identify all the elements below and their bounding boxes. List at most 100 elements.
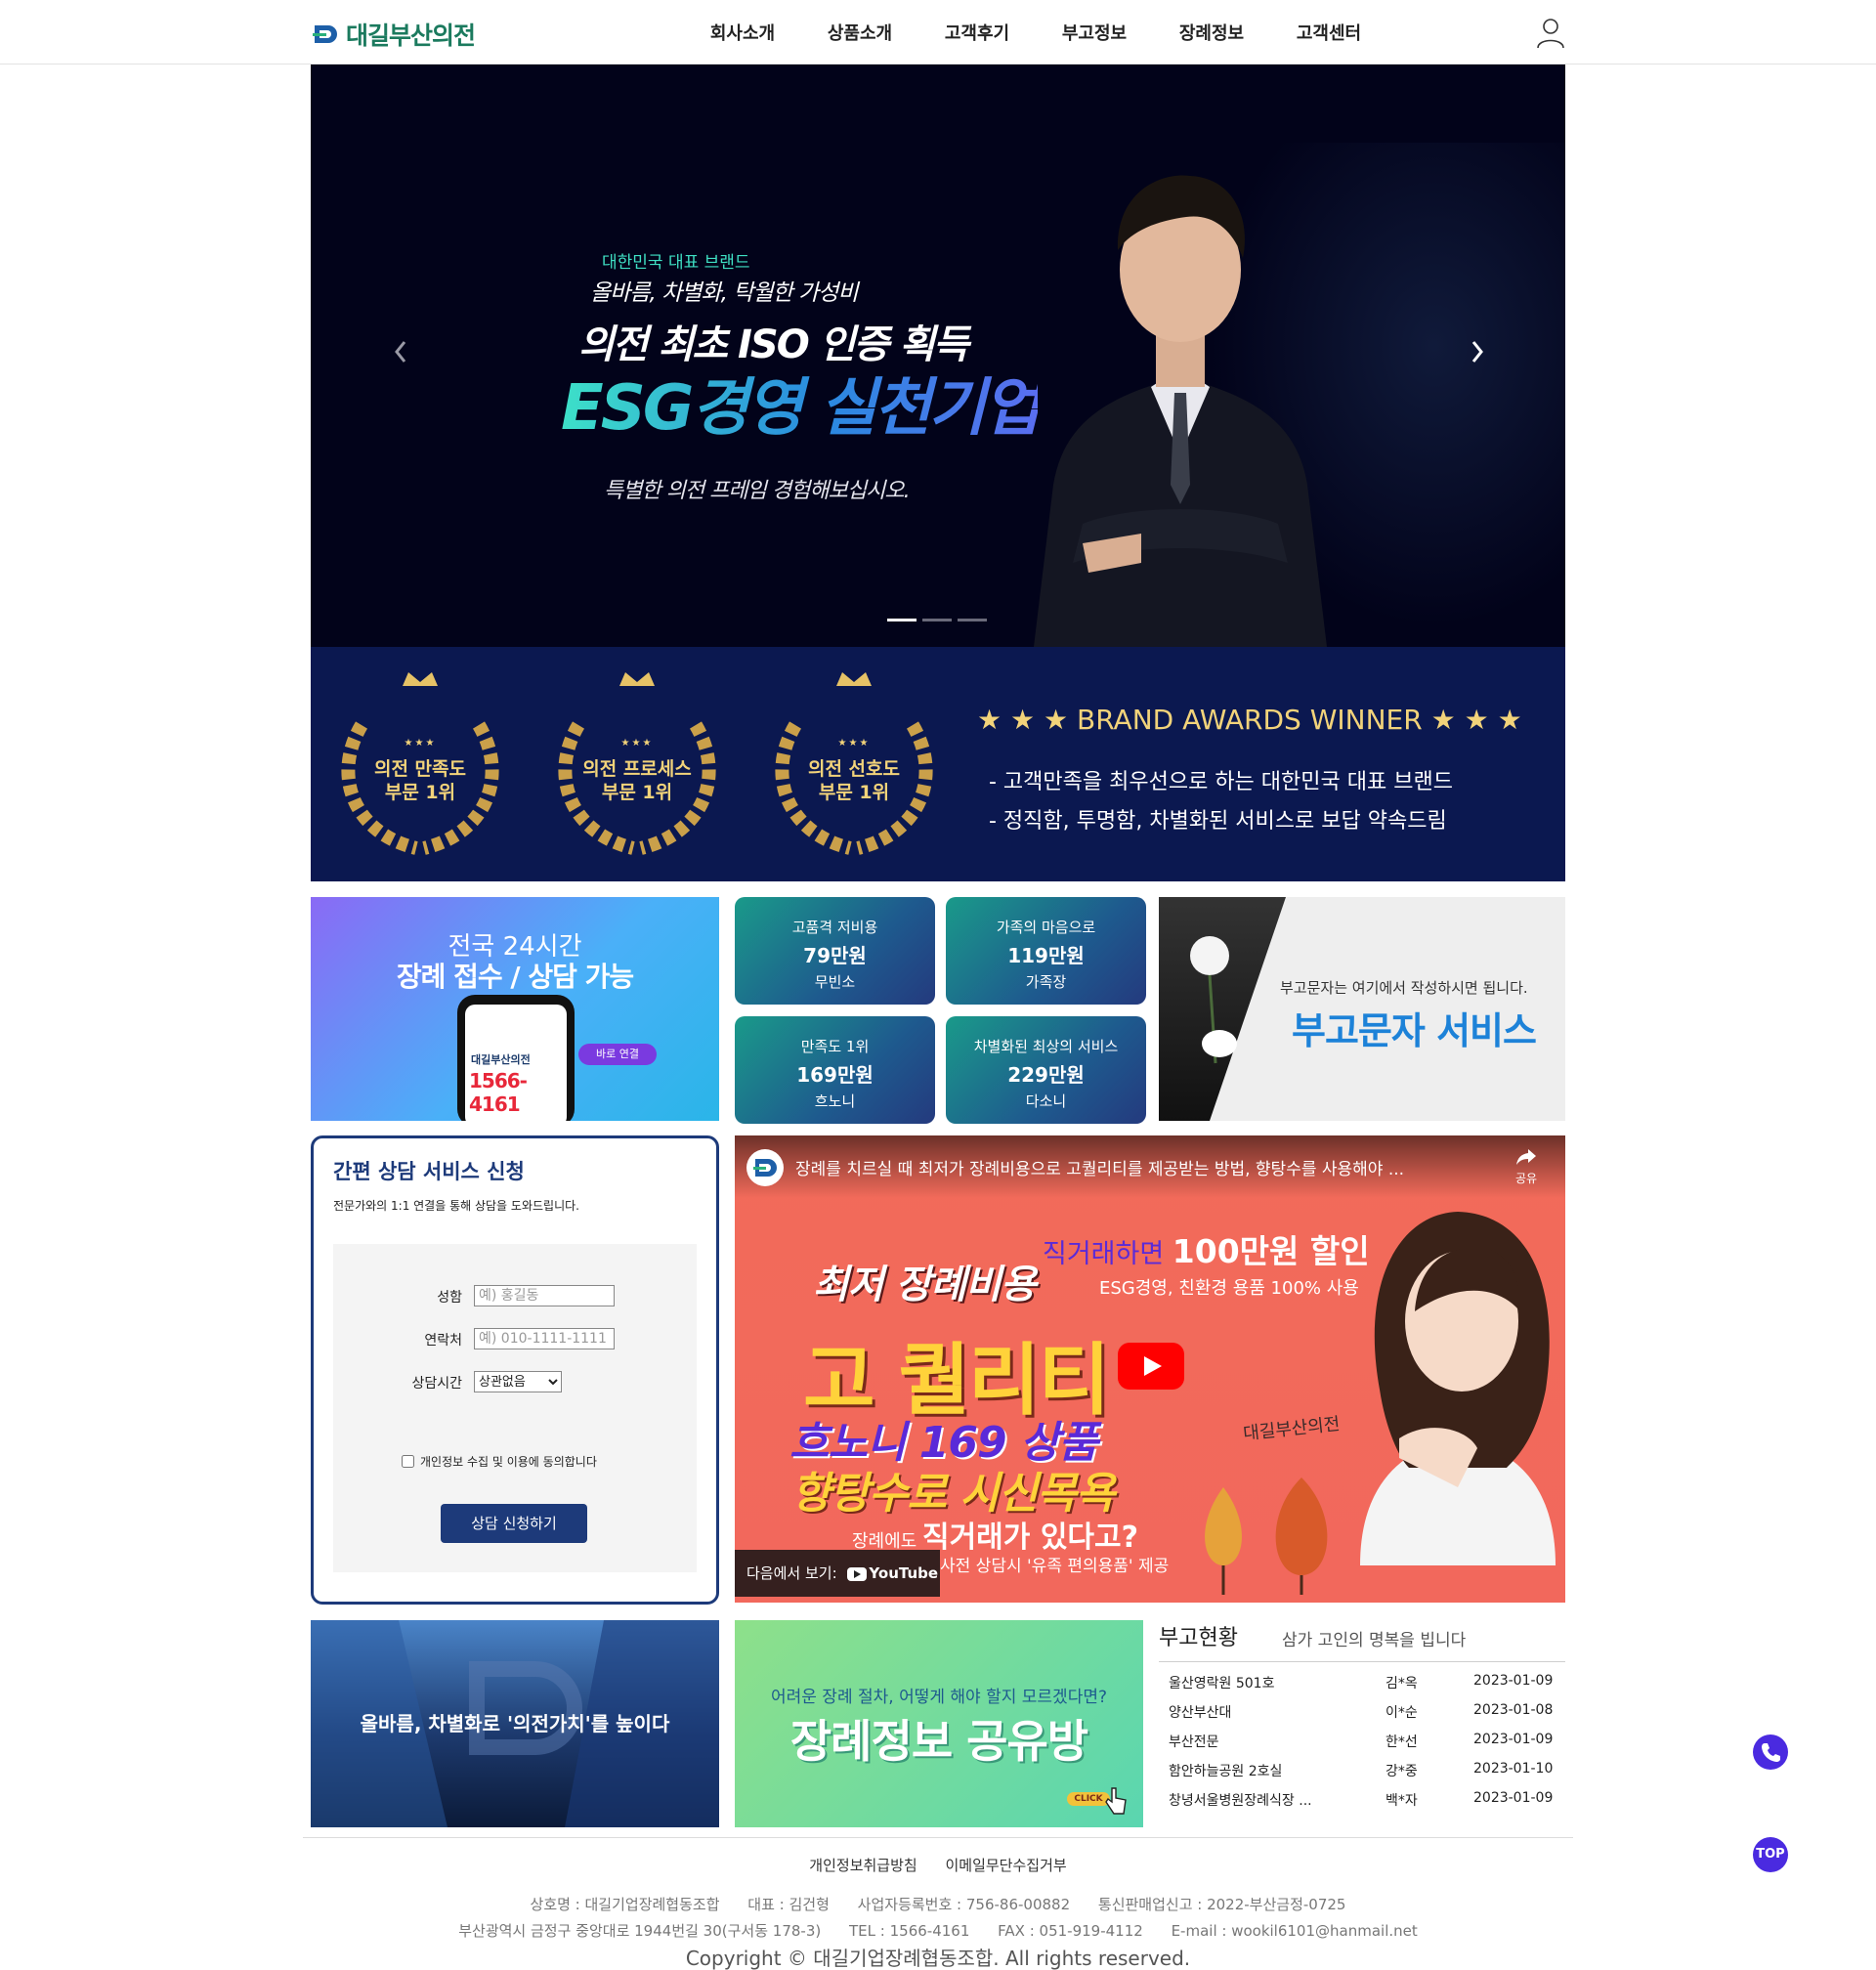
video-eco-text: ESG경영, 친환경 용품 100% 사용 bbox=[1099, 1278, 1359, 1299]
site-logo[interactable]: 대길부산의전 bbox=[311, 18, 476, 51]
slider-next-arrow-icon[interactable] bbox=[1466, 336, 1489, 367]
nav-item-products[interactable]: 상품소개 bbox=[801, 0, 918, 64]
nav-item-support[interactable]: 고객센터 bbox=[1270, 0, 1387, 64]
video-consult-note: 사전 상담시 '유족 편의용품' 제공 bbox=[940, 1557, 1170, 1576]
channel-avatar[interactable] bbox=[746, 1149, 784, 1186]
privacy-agree-row[interactable]: 개인정보 수집 및 이용에 동의합니다 bbox=[402, 1453, 597, 1470]
obituary-place: 부산전문 bbox=[1169, 1734, 1219, 1750]
phone-brand: 대길부산의전 bbox=[471, 1053, 531, 1066]
obituary-date: 2023-01-09 bbox=[1473, 1732, 1554, 1747]
name-input[interactable] bbox=[474, 1285, 615, 1306]
watch-on-youtube-button[interactable]: 다음에서 보기: YouTube bbox=[735, 1550, 940, 1597]
hero-slider: 대한민국 대표 브랜드 올바름, 차별화, 탁월한 가성비 의전 최초 ISO … bbox=[311, 64, 1565, 647]
banner-24h-line2: 장례 접수 / 상담 가능 bbox=[396, 961, 634, 993]
site-header: 대길부산의전 회사소개 상품소개 고객후기 부고정보 장례정보 고객센터 bbox=[0, 0, 1876, 64]
obituary-name: 한*선 bbox=[1386, 1734, 1418, 1750]
award-title: ★ ★ ★ BRAND AWARDS WINNER ★ ★ ★ bbox=[977, 704, 1522, 736]
price-card-label: 고품격 저비용 bbox=[791, 919, 878, 936]
direct-call-button[interactable]: 바로 연결 bbox=[578, 1044, 657, 1065]
page: 대길부산의전 회사소개 상품소개 고객후기 부고정보 장례정보 고객센터 대한민… bbox=[0, 0, 1876, 1970]
obituary-name: 김*옥 bbox=[1386, 1676, 1418, 1692]
nav-item-funeral-info[interactable]: 장례정보 bbox=[1153, 0, 1270, 64]
price-card-dasoni[interactable]: 차별화된 최상의 서비스 229만원 다소니 bbox=[946, 1016, 1146, 1124]
obituary-name: 이*순 bbox=[1386, 1705, 1418, 1721]
footer-copyright: Copyright © 대길기업장례협동조합. All rights reser… bbox=[685, 1947, 1191, 1970]
award-label: ★★★ 의전 프로세스 부문 1위 bbox=[582, 738, 692, 803]
price-card-family[interactable]: 가족의 마음으로 119만원 가족장 bbox=[946, 897, 1146, 1005]
obituary-date: 2023-01-08 bbox=[1473, 1702, 1554, 1718]
price-card-label: 차별화된 최상의 서비스 bbox=[973, 1038, 1119, 1055]
privacy-policy-link[interactable]: 개인정보취급방침 bbox=[809, 1857, 917, 1874]
white-flower-icon bbox=[1190, 936, 1237, 1064]
main-nav: 회사소개 상품소개 고객후기 부고정보 장례정보 고객센터 bbox=[684, 0, 1387, 64]
banner-24h-consult[interactable]: 전국 24시간 장례 접수 / 상담 가능 대길부산의전 1566-4161 바… bbox=[311, 897, 719, 1121]
obituary-row[interactable]: 울산영락원 501호 김*옥 2023-01-09 bbox=[1159, 1667, 1565, 1696]
obituary-row[interactable]: 부산전문 한*선 2023-01-09 bbox=[1159, 1726, 1565, 1755]
price-card-heunoni[interactable]: 만족도 1위 169만원 흐노니 bbox=[735, 1016, 935, 1124]
slider-dot-1[interactable] bbox=[887, 619, 917, 621]
name-label: 성함 bbox=[437, 1290, 462, 1306]
footer-divider bbox=[303, 1837, 1573, 1838]
youtube-video-embed[interactable]: 장례를 치르실 때 최저가 장례비용으로 고퀄리티를 제공받는 방법, 향탕수를… bbox=[735, 1135, 1565, 1603]
footer-links: 개인정보취급방침 이메일무단수집거부 bbox=[0, 1855, 1876, 1875]
obituary-date: 2023-01-10 bbox=[1473, 1761, 1554, 1777]
consult-title: 간편 상담 서비스 신청 bbox=[333, 1160, 525, 1183]
consult-form: 성함 연락처 상담시간 상관없음 개인정보 수집 및 이용에 동의합니다 상담 … bbox=[333, 1244, 697, 1572]
award-line-2: - 정직함, 투명함, 차별화된 서비스로 보답 약속드림 bbox=[989, 809, 1447, 834]
play-button-icon[interactable] bbox=[1118, 1343, 1184, 1390]
video-discount-text: 직거래하면 100만원 할인 bbox=[1043, 1232, 1370, 1270]
price-card-name: 다소니 bbox=[1025, 1092, 1067, 1110]
consult-form-panel: 간편 상담 서비스 신청 전문가와의 1:1 연결을 통해 상담을 도와드립니다… bbox=[311, 1135, 719, 1605]
time-select[interactable]: 상관없음 bbox=[474, 1371, 562, 1392]
banner-info-share-room[interactable]: 어려운 장례 절차, 어떻게 해야 할지 모르겠다면? 장례정보 공유방 CLI… bbox=[735, 1620, 1143, 1827]
obit-banner-subtitle: 부고문자는 여기에서 작성하시면 됩니다. bbox=[1280, 979, 1528, 997]
form-row-phone: 연락처 bbox=[333, 1326, 697, 1351]
hero-description: 특별한 의전 프레임 경험해보십시오. bbox=[604, 479, 911, 503]
obituary-row[interactable]: 양산부산대 이*순 2023-01-08 bbox=[1159, 1696, 1565, 1726]
divider bbox=[1159, 1661, 1565, 1662]
obituary-place: 창녕서울병원장례식장 ... bbox=[1169, 1793, 1312, 1809]
video-title[interactable]: 장례를 치르실 때 최저가 장례비용으로 고퀄리티를 제공받는 방법, 향탕수를… bbox=[795, 1155, 1479, 1179]
phone-input[interactable] bbox=[474, 1328, 615, 1349]
price-card-mubinso[interactable]: 고품격 저비용 79만원 무빈소 bbox=[735, 897, 935, 1005]
privacy-agree-label: 개인정보 수집 및 이용에 동의합니다 bbox=[420, 1455, 597, 1469]
form-row-time: 상담시간 상관없음 bbox=[333, 1369, 697, 1394]
obituary-date: 2023-01-09 bbox=[1473, 1673, 1554, 1689]
slider-prev-arrow-icon[interactable] bbox=[389, 336, 412, 367]
hero-subtitle-2: 올바름, 차별화, 탁월한 가성비 bbox=[590, 280, 858, 306]
price-card-name: 무빈소 bbox=[814, 973, 856, 991]
video-bath-text: 향탕수로 시신목욕 bbox=[791, 1469, 1115, 1519]
award-label: ★★★ 의전 만족도 부문 1위 bbox=[373, 738, 466, 803]
video-low-cost-text: 최저 장례비용 bbox=[813, 1263, 1037, 1307]
channel-logo-icon bbox=[753, 1159, 777, 1177]
nav-item-obituary[interactable]: 부고정보 bbox=[1036, 0, 1153, 64]
footer-contact-info: 부산광역시 금정구 중앙대로 1944번길 30(구서동 178-3) TEL … bbox=[458, 1922, 1418, 1940]
slider-dot-3[interactable] bbox=[958, 619, 987, 621]
email-refusal-link[interactable]: 이메일무단수집거부 bbox=[945, 1857, 1066, 1874]
share-banner-subtitle: 어려운 장례 절차, 어떻게 해야 할지 모르겠다면? bbox=[770, 1688, 1107, 1707]
price-card-name: 가족장 bbox=[1025, 973, 1067, 991]
obit-banner-title: 부고문자 서비스 bbox=[1292, 1009, 1537, 1052]
obituary-date: 2023-01-09 bbox=[1473, 1790, 1554, 1806]
floating-call-button[interactable] bbox=[1753, 1734, 1788, 1770]
nav-item-company[interactable]: 회사소개 bbox=[684, 0, 801, 64]
awards-banner: ★★★ 의전 만족도 부문 1위 ★★★ 의전 프로세스 부문 1위 ★★★ 의… bbox=[311, 647, 1565, 881]
price-card-price: 229만원 bbox=[1007, 1063, 1085, 1087]
video-share-button[interactable]: 공유 bbox=[1507, 1147, 1546, 1186]
award-wreath-preference: ★★★ 의전 선호도 부문 1위 bbox=[756, 666, 952, 862]
tree-illustration-icon bbox=[1205, 1478, 1328, 1595]
consult-submit-button[interactable]: 상담 신청하기 bbox=[441, 1504, 587, 1543]
slider-dot-2[interactable] bbox=[922, 619, 952, 621]
phone-icon bbox=[1762, 1743, 1780, 1762]
nav-item-reviews[interactable]: 고객후기 bbox=[918, 0, 1036, 64]
obituary-row[interactable]: 함안하늘공원 2호실 강*중 2023-01-10 bbox=[1159, 1755, 1565, 1784]
obituary-place: 양산부산대 bbox=[1169, 1705, 1232, 1721]
privacy-agree-checkbox[interactable] bbox=[402, 1455, 414, 1468]
hero-subtitle-1: 대한민국 대표 브랜드 bbox=[602, 253, 750, 273]
banner-obituary-service[interactable]: 부고문자는 여기에서 작성하시면 됩니다. 부고문자 서비스 bbox=[1159, 897, 1565, 1121]
user-icon[interactable] bbox=[1536, 18, 1565, 49]
banner-company-value[interactable]: 올바름, 차별화로 '의전가치'를 높이다 bbox=[311, 1620, 719, 1827]
share-banner-title: 장례정보 공유방 bbox=[789, 1715, 1088, 1768]
time-label: 상담시간 bbox=[411, 1376, 462, 1392]
obituary-row[interactable]: 창녕서울병원장례식장 ... 백*자 2023-01-09 bbox=[1159, 1784, 1565, 1814]
